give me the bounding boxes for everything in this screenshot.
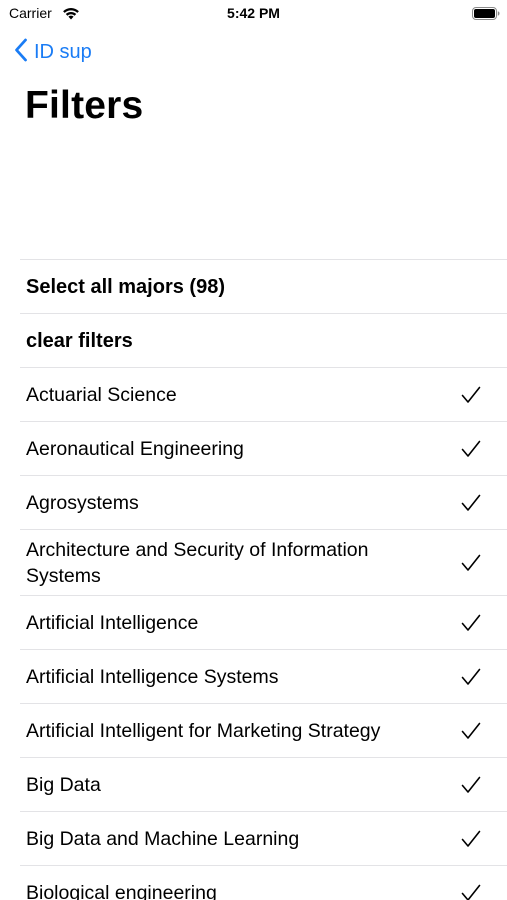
list-item[interactable]: Biological engineering <box>20 866 507 900</box>
major-label: Aeronautical Engineering <box>26 437 244 460</box>
clear-filters-label: clear filters <box>26 329 133 352</box>
major-label: Artificial Intelligent for Marketing Str… <box>26 719 381 742</box>
select-all-button[interactable]: Select all majors (98) <box>20 260 507 314</box>
list-item[interactable]: Big Data and Machine Learning <box>20 812 507 866</box>
chevron-left-icon <box>14 38 28 67</box>
checkmark-icon <box>461 614 481 631</box>
major-label: Architecture and Security of Information… <box>26 538 369 587</box>
list-item[interactable]: Architecture and Security of Information… <box>20 530 507 596</box>
list-item[interactable]: Agrosystems <box>20 476 507 530</box>
checkmark-icon <box>461 830 481 847</box>
checkmark-icon <box>461 884 481 900</box>
battery-icon <box>472 7 500 25</box>
status-time: 5:42 PM <box>227 5 280 21</box>
major-label: Agrosystems <box>26 491 139 514</box>
clear-filters-button[interactable]: clear filters <box>20 314 507 368</box>
checkmark-icon <box>461 722 481 739</box>
checkmark-icon <box>461 668 481 685</box>
page-title: Filters <box>25 84 144 127</box>
checkmark-icon <box>461 776 481 793</box>
select-all-label: Select all majors (98) <box>26 275 225 298</box>
major-label: Actuarial Science <box>26 383 177 406</box>
list-item[interactable]: Artificial Intelligence <box>20 596 507 650</box>
checkmark-icon <box>461 494 481 511</box>
list-item[interactable]: Aeronautical Engineering <box>20 422 507 476</box>
back-button-label: ID sup <box>34 40 92 63</box>
major-label: Big Data <box>26 773 101 796</box>
major-label: Biological engineering <box>26 881 217 900</box>
screen: Carrier 5:42 PM ID sup Filters Select al… <box>0 0 507 900</box>
major-label: Artificial Intelligence <box>26 611 199 634</box>
list-item[interactable]: Big Data <box>20 758 507 812</box>
filters-list: Select all majors (98) clear filters Act… <box>20 259 507 900</box>
list-item[interactable]: Actuarial Science <box>20 368 507 422</box>
major-label: Artificial Intelligence Systems <box>26 665 279 688</box>
major-label: Big Data and Machine Learning <box>26 827 300 850</box>
checkmark-icon <box>461 386 481 403</box>
checkmark-icon <box>461 554 481 571</box>
status-bar: Carrier 5:42 PM <box>0 0 507 28</box>
back-button[interactable]: ID sup <box>14 38 92 66</box>
list-item[interactable]: Artificial Intelligent for Marketing Str… <box>20 704 507 758</box>
list-item[interactable]: Artificial Intelligence Systems <box>20 650 507 704</box>
checkmark-icon <box>461 440 481 457</box>
